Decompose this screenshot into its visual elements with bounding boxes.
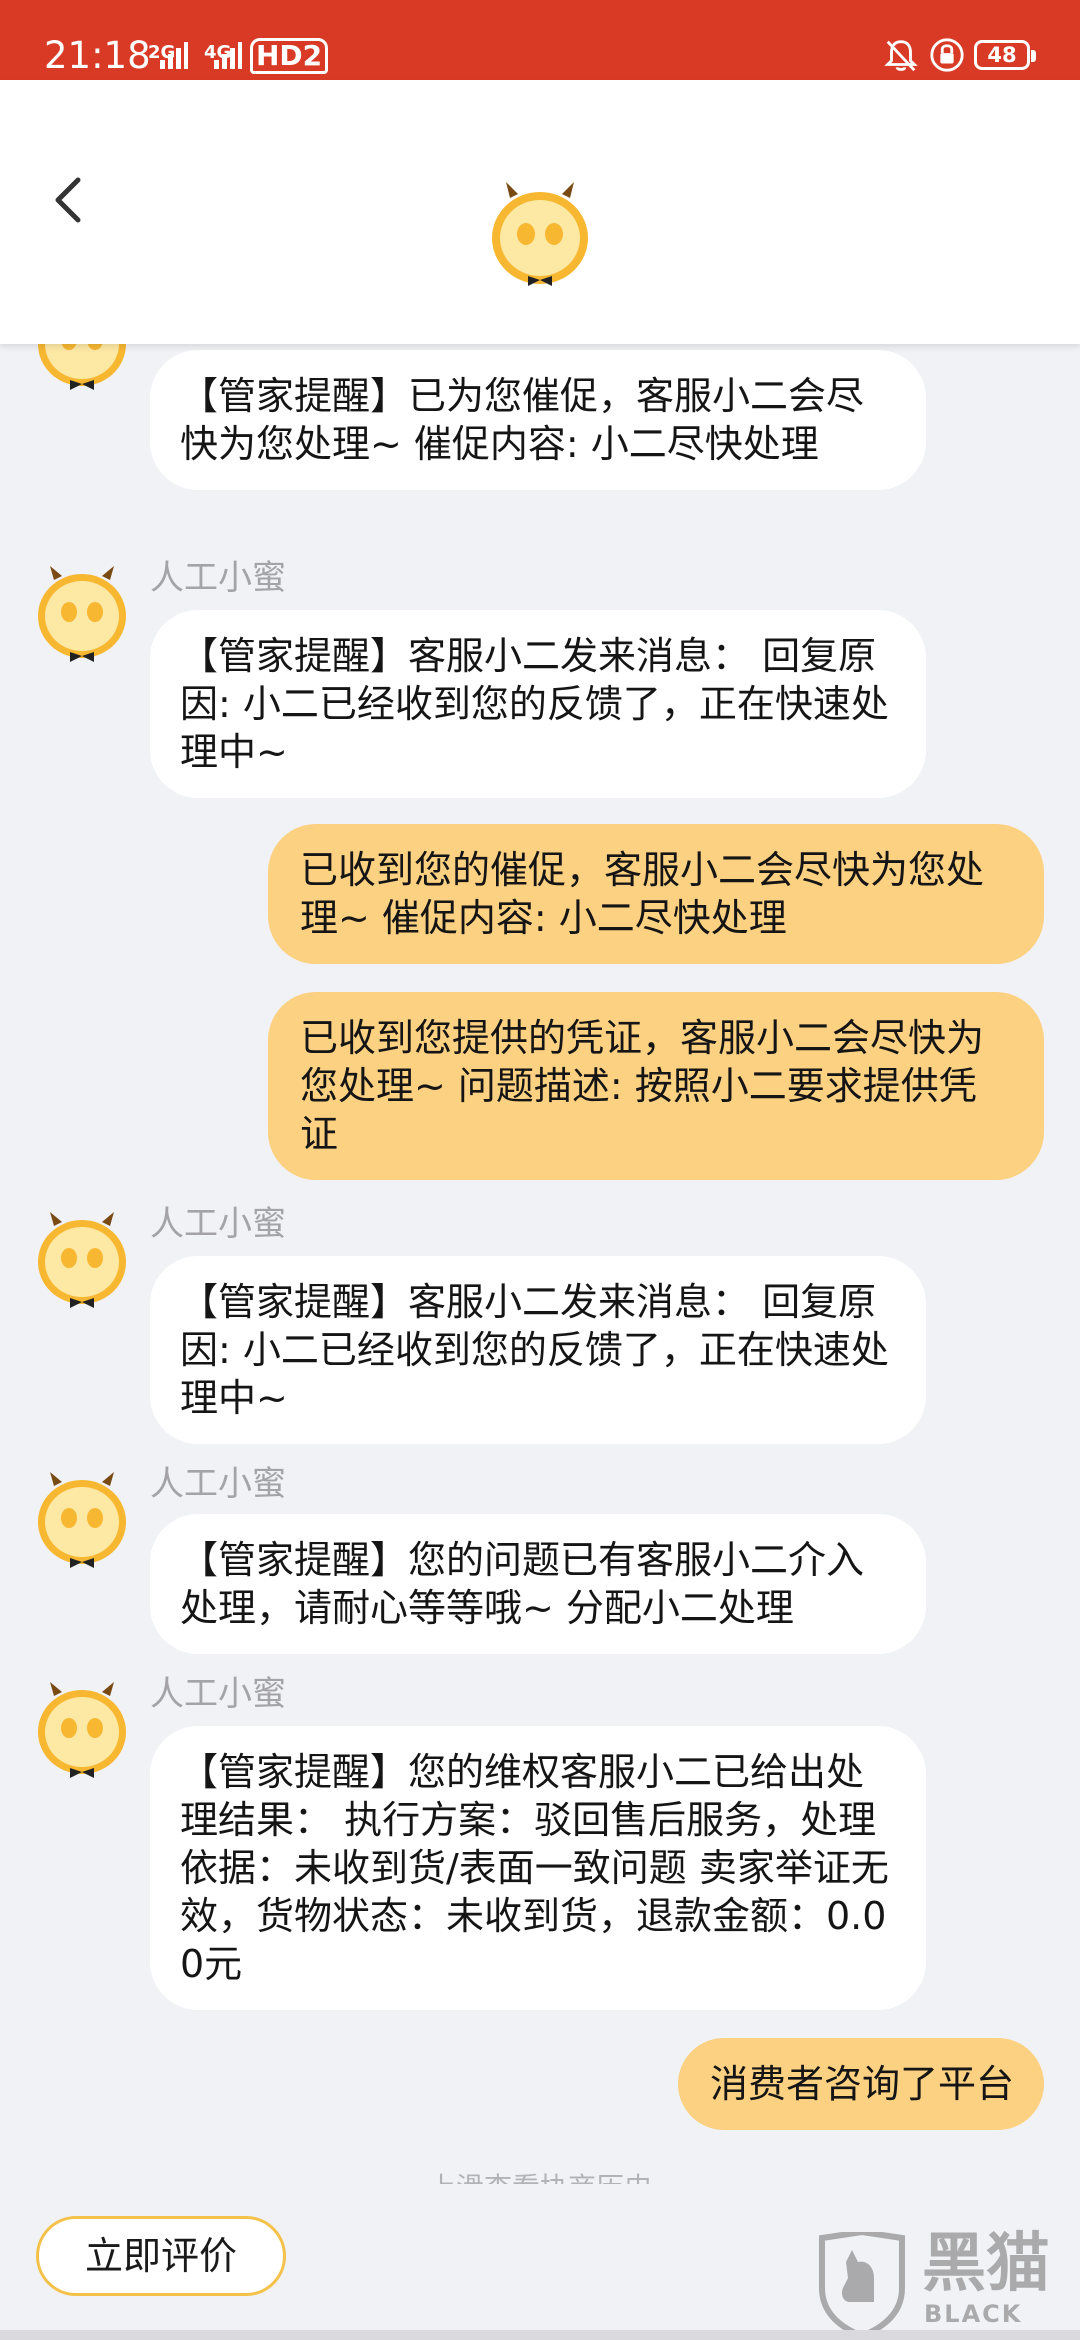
user-message-bubble[interactable]: 已收到您的催促，客服小二会尽快为您处理~ 催促内容: 小二尽快处理 bbox=[268, 824, 1044, 964]
agent-avatar-icon bbox=[38, 566, 126, 662]
bottom-edge bbox=[0, 2330, 1080, 2340]
agent-avatar-icon bbox=[38, 1472, 126, 1568]
agent-avatar-icon bbox=[38, 1682, 126, 1778]
agent-avatar-icon bbox=[38, 1212, 126, 1308]
sender-name: 人工小蜜 bbox=[150, 558, 286, 598]
hd-voice-label: HD2 bbox=[250, 38, 329, 74]
sender-name: 人工小蜜 bbox=[150, 1464, 286, 1504]
sender-name: 人工小蜜 bbox=[150, 1674, 286, 1714]
watermark-title: 黑猫 bbox=[922, 2227, 1050, 2301]
signal-bars-icon bbox=[160, 42, 188, 69]
status-bar: 21:18 2G 4G HD2 48 bbox=[0, 0, 1080, 80]
rotation-lock-icon bbox=[930, 38, 964, 72]
chevron-left-icon[interactable] bbox=[44, 170, 94, 230]
app-header bbox=[0, 80, 1080, 344]
agent-avatar-icon bbox=[38, 344, 126, 390]
agent-message-bubble[interactable]: 【管家提醒】已为您催促，客服小二会尽快为您处理~ 催促内容: 小二尽快处理 bbox=[150, 350, 926, 490]
black-cat-watermark: 黑猫 BLACK CAT bbox=[812, 2228, 1080, 2340]
agent-message-bubble[interactable]: 【管家提醒】客服小二发来消息： 回复原因: 小二已经收到您的反馈了，正在快速处理… bbox=[150, 610, 926, 798]
status-time: 21:18 bbox=[44, 34, 151, 77]
agent-message-bubble[interactable]: 【管家提醒】您的维权客服小二已给出处理结果： 执行方案：驳回售后服务，处理依据：… bbox=[150, 1726, 926, 2010]
rate-now-button[interactable]: 立即评价 bbox=[36, 2216, 286, 2296]
battery-indicator: 48 bbox=[974, 40, 1036, 70]
signal-bars-icon bbox=[214, 42, 242, 69]
user-message-bubble[interactable]: 消费者咨询了平台 bbox=[677, 2038, 1044, 2130]
agent-message-bubble[interactable]: 【管家提醒】您的问题已有客服小二介入处理，请耐心等等哦~ 分配小二处理 bbox=[150, 1514, 926, 1654]
user-message-bubble[interactable]: 已收到您提供的凭证，客服小二会尽快为您处理~ 问题描述: 按照小二要求提供凭证 bbox=[268, 992, 1044, 1180]
agent-message-bubble[interactable]: 【管家提醒】客服小二发来消息： 回复原因: 小二已经收到您的反馈了，正在快速处理… bbox=[150, 1256, 926, 1444]
xiaomi-mascot-icon bbox=[492, 182, 588, 286]
history-hint[interactable]: 上滑查看协商历史 bbox=[0, 2166, 1080, 2184]
chat-area[interactable]: 【管家提醒】已为您催促，客服小二会尽快为您处理~ 催促内容: 小二尽快处理 人工… bbox=[0, 344, 1080, 2184]
black-cat-shield-icon bbox=[819, 2232, 905, 2336]
sender-name: 人工小蜜 bbox=[150, 1204, 286, 1244]
bell-muted-icon bbox=[884, 40, 918, 72]
